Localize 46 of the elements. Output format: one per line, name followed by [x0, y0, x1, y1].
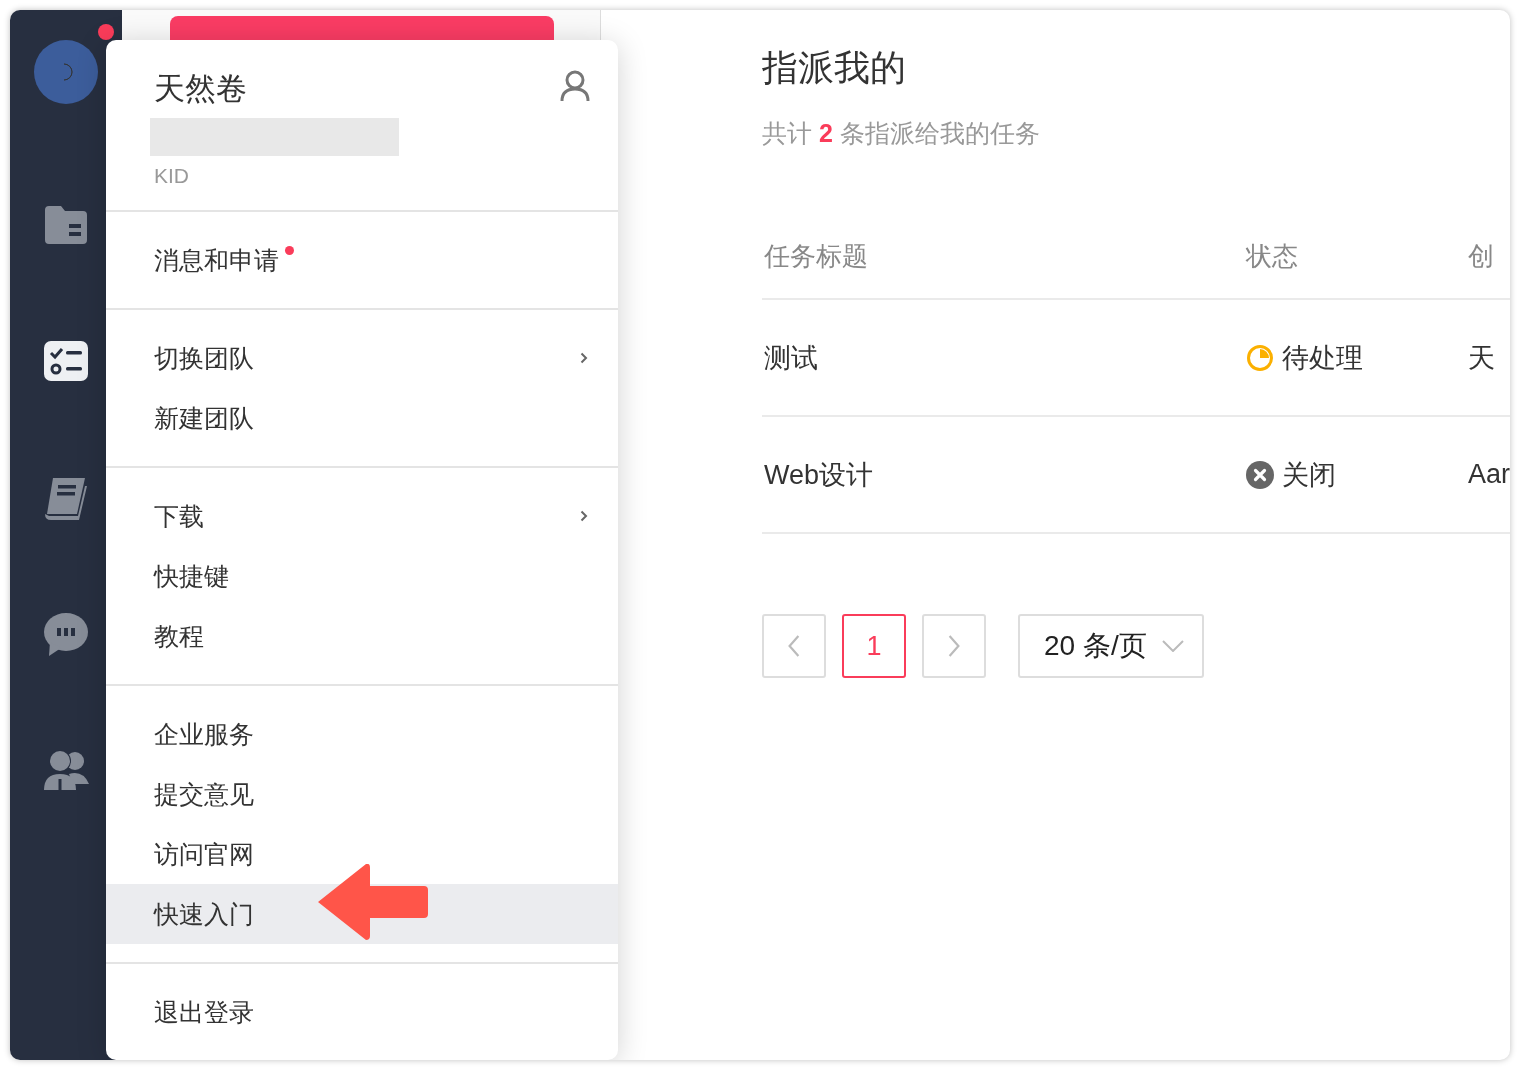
- table-cell-text: Web设计: [763, 458, 875, 492]
- chevron-down-icon: [1162, 640, 1184, 653]
- menu-item-label: 提交意见: [154, 778, 254, 810]
- menu-item-label: 教程: [154, 620, 204, 652]
- column-header[interactable]: 创: [1468, 238, 1510, 274]
- menu-item[interactable]: 教程: [106, 606, 618, 666]
- chevron-right-icon: [947, 635, 961, 658]
- book-icon[interactable]: [43, 476, 89, 522]
- menu-item-label: 快速入门: [154, 898, 254, 930]
- menu-item-label: 消息和申请: [154, 244, 279, 276]
- page-button[interactable]: 1: [842, 614, 906, 679]
- avatar[interactable]: [34, 40, 98, 104]
- menu-item-label: 退出登录: [154, 996, 254, 1028]
- task-summary: 共计 2 条指派给我的任务: [762, 118, 1041, 150]
- menu-item[interactable]: 切换团队: [106, 328, 618, 388]
- pending-status-icon: [1246, 343, 1274, 372]
- column-header[interactable]: 状态: [1246, 238, 1468, 274]
- close-circle-icon: [1246, 460, 1274, 489]
- table-cell-text: 天: [1468, 341, 1496, 375]
- page-title: 指派我的: [762, 46, 907, 90]
- user-id: KID: [153, 164, 190, 188]
- menu-item[interactable]: 消息和申请: [106, 230, 618, 290]
- menu-item[interactable]: 快捷键: [106, 546, 618, 606]
- menu-item-label: 访问官网: [154, 838, 254, 870]
- menu-item-label: 快捷键: [154, 560, 229, 592]
- menu-item[interactable]: 提交意见: [106, 764, 618, 824]
- table-cell: Aar: [1468, 459, 1510, 491]
- table-cell-text: 测试: [763, 341, 819, 375]
- chevron-left-icon: [787, 635, 801, 658]
- menu-item[interactable]: 退出登录: [106, 982, 618, 1042]
- column-header[interactable]: 任务标题: [762, 238, 1246, 274]
- user-icon[interactable]: [560, 70, 590, 102]
- menu-item[interactable]: 访问官网: [106, 824, 618, 884]
- page-size-select[interactable]: 20 条/页: [1018, 614, 1204, 679]
- menu-item-label: 新建团队: [154, 402, 254, 434]
- menu-item[interactable]: 下载: [106, 486, 618, 546]
- status-label: 待处理: [1282, 341, 1363, 375]
- user-name: 天然卷: [153, 70, 248, 108]
- menu-item[interactable]: 新建团队: [106, 388, 618, 448]
- menu-item[interactable]: 企业服务: [106, 704, 618, 764]
- menu-item-label: 企业服务: [154, 718, 254, 750]
- page-size-value: 20 条/页: [1044, 629, 1147, 664]
- status-label: 关闭: [1282, 458, 1336, 492]
- chat-bubble-icon[interactable]: [43, 612, 89, 658]
- menu-item-label: 下载: [154, 500, 204, 532]
- menu-item-label: 切换团队: [154, 342, 254, 374]
